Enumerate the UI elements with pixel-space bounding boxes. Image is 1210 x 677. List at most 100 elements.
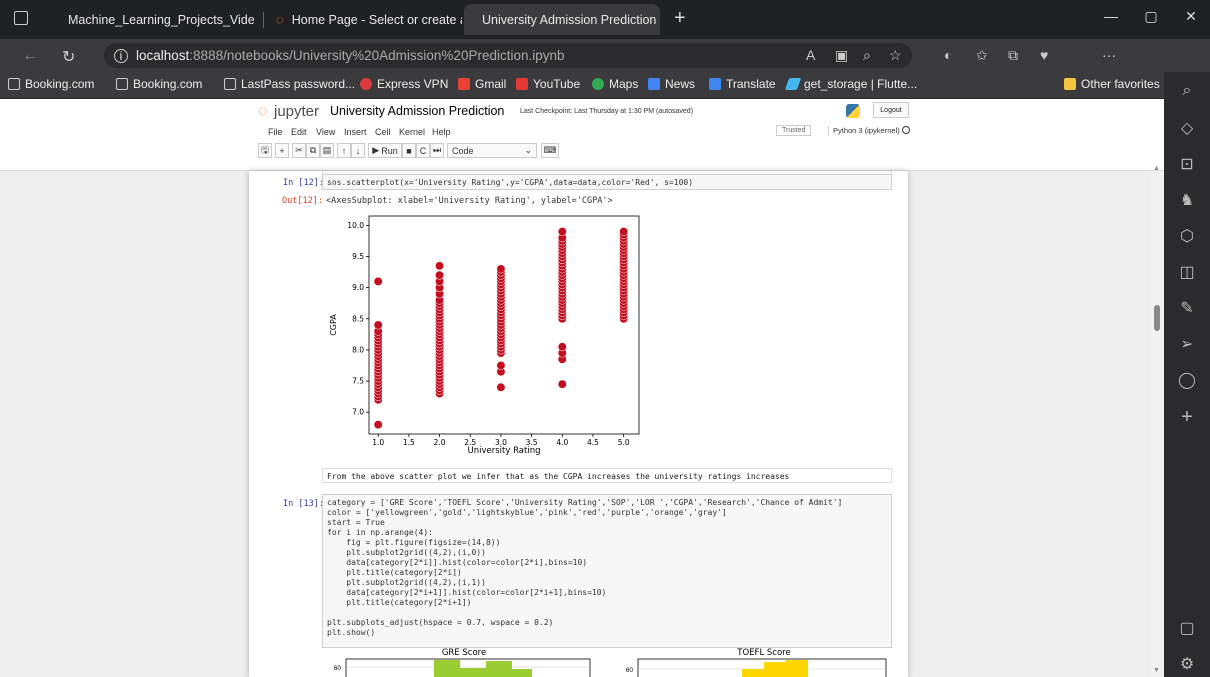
restart-button[interactable]: C [416,143,430,158]
favorites-icon[interactable]: ✩ [976,47,988,64]
more-icon[interactable]: ··· [1102,47,1116,63]
tab-ml-projects[interactable]: Machine_Learning_Projects_Vide ✕ [50,4,258,35]
scroll-down-icon[interactable]: ▼ [1153,667,1160,674]
favorite-star-icon[interactable]: ☆ [889,47,902,64]
x-tick-label: 1.0 [372,438,384,447]
edge-sidebar: ⌕ ◇ ⊡ ♞ ⬡ ◫ ✎ ➢ ◯ + ▢ ⚙ [1164,72,1210,677]
cell-12-out-prompt: Out[12]: [282,196,323,206]
refresh-icon[interactable]: ↻ [62,47,75,67]
tab-home-page[interactable]: ◌ Home Page - Select or create a n ✕ [266,4,462,35]
move-down-button[interactable]: ↓ [351,143,365,158]
drop-icon[interactable]: ◯ [1164,370,1210,390]
reader-view-icon[interactable]: ▣ [835,47,848,64]
y-tick-label: 8.0 [352,345,364,354]
markdown-cell-inference[interactable]: From the above scatter plot we infer tha… [322,468,892,483]
histogram-bar [434,660,460,677]
new-tab-icon[interactable]: + [674,7,686,30]
settings-icon[interactable]: ⚙ [1164,654,1210,674]
other-favorites[interactable]: Other favorites [1064,77,1160,91]
search-icon[interactable]: ⌕ [1164,82,1210,100]
notebook-container: In [12]: sns.scatterplot(x='University R… [249,171,908,677]
tools-icon[interactable]: ✎ [1164,298,1210,318]
read-aloud-icon[interactable]: A [806,47,815,63]
scroll-up-icon[interactable]: ▲ [1153,165,1160,172]
info-icon: i [114,48,128,63]
favorites-bar: Booking.com Booking.com LastPass passwor… [0,72,1210,99]
restart-run-all-button[interactable]: ⏭ [430,143,444,158]
stop-button[interactable]: ■ [402,143,416,158]
url-field[interactable]: i localhost:8888/notebooks/University%20… [104,43,912,68]
cgpa-scatter-plot: 1.0 1.5 2.0 2.5 3.0 3.5 4.0 4.5 5.07.07.58.08.59… [329,215,640,456]
move-up-button[interactable]: ↑ [337,143,351,158]
menu-insert[interactable]: Insert [344,127,367,137]
zoom-icon[interactable]: ⌕ [863,47,871,64]
window-close-icon[interactable]: ✕ [1176,8,1206,25]
paste-button[interactable]: ▤ [320,143,334,158]
menu-kernel[interactable]: Kernel [399,127,425,137]
kernel-indicator[interactable]: Python 3 (ipykernel) [828,126,900,135]
games-icon[interactable]: ♞ [1164,190,1210,210]
sidebar-toggle-icon[interactable]: ▢ [1164,618,1210,638]
y-tick-label: 8.5 [352,314,364,323]
collections-icon[interactable]: ⧉ [1008,47,1018,64]
favorite-booking-1[interactable]: Booking.com [8,77,94,91]
browser-title-bar: Machine_Learning_Projects_Vide ✕ ◌ Home … [0,0,1210,39]
menu-view[interactable]: View [316,127,335,137]
cell-type-select[interactable]: Code ⌄ [447,143,537,158]
scatter-point [373,420,383,430]
cell-12-prompt: In [12]: [283,178,324,188]
histogram-bar [512,669,532,677]
address-bar-row: ← ↻ i localhost:8888/notebooks/Universit… [0,39,1210,106]
favorite-gmail[interactable]: Gmail [458,77,506,91]
save-button[interactable]: 🖫 [258,143,272,158]
page-icon [224,78,236,90]
favorite-youtube[interactable]: YouTube [516,77,580,91]
menu-file[interactable]: File [268,127,283,137]
favorite-news[interactable]: News [648,77,695,91]
outlook-icon[interactable]: ◫ [1164,262,1210,282]
histogram-bar [764,662,786,677]
favorite-expressvpn[interactable]: Express VPN [360,77,448,91]
tab-university-admission[interactable]: University Admission Prediction ✕ [464,4,660,35]
back-icon[interactable]: ← [22,47,38,65]
tab-label: University Admission Prediction [482,12,657,27]
menu-edit[interactable]: Edit [291,127,307,137]
scatter-point [435,261,445,271]
send-icon[interactable]: ➢ [1164,334,1210,354]
cell-12-code[interactable]: sns.scatterplot(x='University Rating',y=… [322,174,892,190]
briefcase-icon[interactable]: ⊡ [1164,154,1210,174]
minimize-icon[interactable]: — [1096,8,1126,24]
url-path: :8888/notebooks/University%20Admission%2… [189,48,565,63]
heart-icon[interactable]: ♥ [1040,47,1048,63]
add-icon[interactable]: + [1164,406,1210,429]
favorite-booking-2[interactable]: Booking.com [116,77,202,91]
jupyter-logo-text[interactable]: jupyter [274,103,319,120]
favorite-get-storage[interactable]: get_storage | Flutte... [784,77,917,91]
trusted-badge[interactable]: Trusted [776,125,812,136]
favorite-translate[interactable]: Translate [709,77,776,91]
keyboard-button[interactable]: ⌨ [541,143,559,158]
tag-icon[interactable]: ◇ [1164,118,1210,138]
copy-button[interactable]: ⧉ [306,143,320,158]
x-tick-label: 4.5 [587,438,599,447]
copilot-icon[interactable]: ⬡ [1164,226,1210,246]
maximize-icon[interactable]: ▢ [1136,8,1166,25]
tab-actions-icon[interactable] [14,11,28,25]
extensions-icon[interactable]: ◐ [944,47,952,63]
x-axis-label: University Rating [468,446,541,456]
chevron-down-icon: ⌄ [524,145,532,155]
menu-help[interactable]: Help [432,127,451,137]
run-button[interactable]: ▶ Run [368,143,402,158]
cell-13-code[interactable]: category = ['GRE Score','TOEFL Score','U… [322,494,892,648]
menu-cell[interactable]: Cell [375,127,391,137]
favorite-maps[interactable]: Maps [592,77,638,91]
favorite-lastpass[interactable]: LastPass password... [224,77,355,91]
histogram-bar [486,661,512,677]
notebook-title[interactable]: University Admission Prediction [330,104,504,118]
cut-button[interactable]: ✂ [292,143,306,158]
scrollbar-thumb[interactable] [1154,305,1160,331]
add-cell-button[interactable]: + [275,143,289,158]
y-tick-label: 60 [334,665,342,672]
scrollbar[interactable]: ▲ ▼ [1150,165,1164,677]
logout-button[interactable]: Logout [873,102,909,118]
